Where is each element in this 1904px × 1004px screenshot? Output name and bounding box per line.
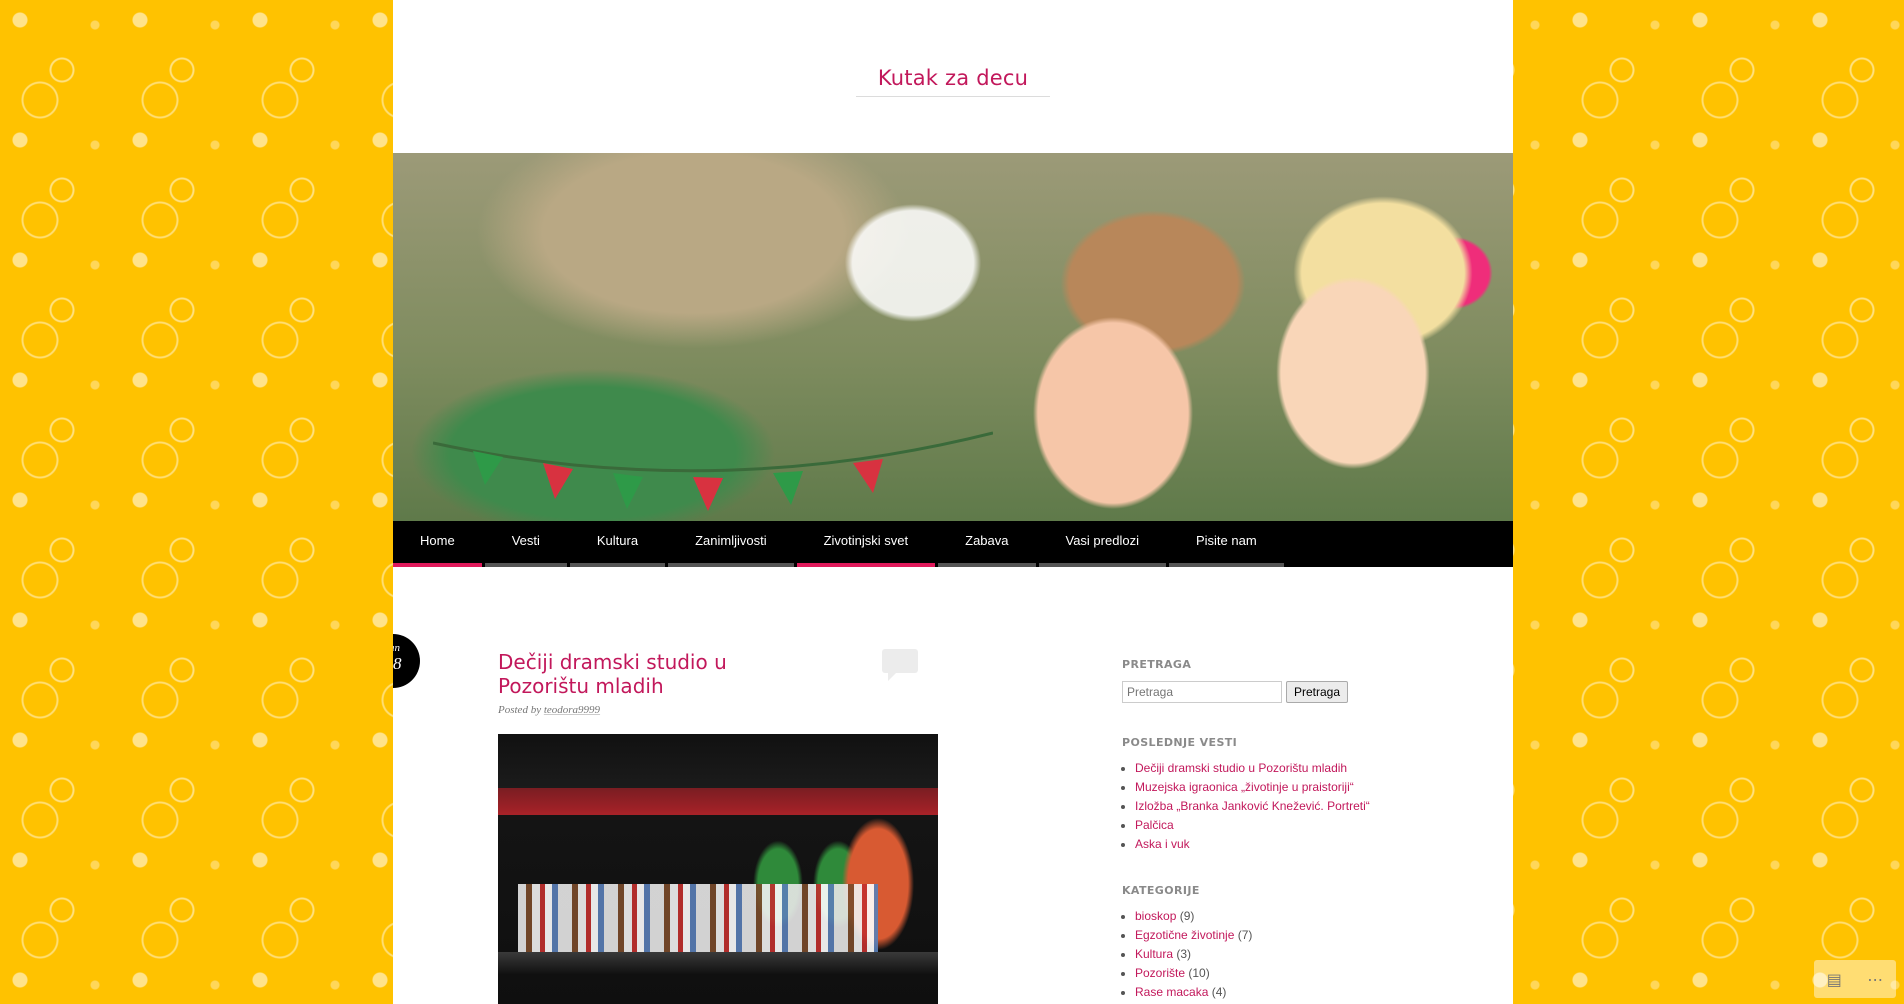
recent-posts-widget: POSLEDNJE VESTI Dečiji dramski studio u … [1122, 736, 1422, 854]
recent-posts-title: POSLEDNJE VESTI [1122, 736, 1238, 749]
list-item: Rase macaka (4) [1135, 983, 1422, 1002]
category-count: (9) [1179, 909, 1195, 923]
category-count: (3) [1176, 947, 1192, 961]
recent-post-link[interactable]: Dečiji dramski studio u Pozorištu mladih [1135, 761, 1347, 775]
list-item: Aska i vuk [1135, 835, 1422, 854]
category-count: (7) [1237, 928, 1253, 942]
post-date-month: jan [393, 642, 401, 654]
recent-post-link[interactable]: Izložba „Branka Janković Knežević. Portr… [1135, 799, 1370, 813]
categories-list: bioskop (9) Egzotične životinje (7) Kult… [1122, 907, 1422, 1002]
list-item: Dečiji dramski studio u Pozorištu mladih [1135, 759, 1422, 778]
post-date-day: 28 [393, 654, 402, 673]
search-button[interactable]: Pretraga [1286, 681, 1349, 703]
list-item: Egzotične životinje (7) [1135, 926, 1422, 945]
category-count: (4) [1211, 985, 1227, 999]
post-author-link[interactable]: teodora9999 [544, 704, 600, 716]
search-widget: PRETRAGA Pretraga [1122, 658, 1422, 703]
recent-posts-list: Dečiji dramski studio u Pozorištu mladih… [1122, 759, 1422, 854]
list-item: Kultura (3) [1135, 945, 1422, 964]
post-title[interactable]: Dečiji dramski studio u Pozorištu mladih [498, 650, 798, 698]
category-link[interactable]: Rase macaka [1135, 985, 1208, 999]
list-item: Muzejska igraonica „životinje u praistor… [1135, 778, 1422, 797]
post-featured-image[interactable] [498, 734, 938, 1004]
nav-item-kultura[interactable]: Kultura [569, 521, 666, 567]
posted-by-label: Posted by [498, 704, 542, 716]
categories-widget: KATEGORIJE bioskop (9) Egzotične životin… [1122, 884, 1422, 1002]
sidebar: PRETRAGA Pretraga POSLEDNJE VESTI Dečiji… [1122, 658, 1422, 1004]
reader-icon[interactable]: ▤ [1827, 970, 1842, 989]
recent-post-link[interactable]: Palčica [1135, 818, 1174, 832]
category-count: (10) [1188, 966, 1210, 980]
categories-title: KATEGORIJE [1122, 884, 1200, 897]
post-meta: Posted by teodora9999 [498, 704, 600, 716]
search-widget-title: PRETRAGA [1122, 658, 1192, 671]
follow-widget: ▤ ⋯ [1814, 960, 1896, 998]
recent-post-link[interactable]: Aska i vuk [1135, 837, 1190, 851]
stage-floor [498, 952, 938, 974]
nav-item-zanimljivosti[interactable]: Zanimljivosti [668, 521, 794, 567]
post-date-badge: jan 28 [393, 634, 420, 688]
children-on-stage [518, 884, 878, 954]
category-link[interactable]: bioskop [1135, 909, 1176, 923]
list-item: bioskop (9) [1135, 907, 1422, 926]
nav-item-vesti[interactable]: Vesti [484, 521, 567, 567]
bunting-decoration [433, 431, 993, 511]
site-header: Kutak za decu [393, 66, 1513, 97]
site-title-link[interactable]: Kutak za decu [855, 66, 1051, 97]
header-image [393, 153, 1513, 521]
nav-item-pisite-nam[interactable]: Pisite nam [1168, 521, 1284, 567]
nav-item-zivotinjski-svet[interactable]: Zivotinjski svet [796, 521, 936, 567]
recent-post-link[interactable]: Muzejska igraonica „životinje u praistor… [1135, 780, 1354, 794]
list-item: Izložba „Branka Janković Knežević. Portr… [1135, 797, 1422, 816]
category-link[interactable]: Pozorište [1135, 966, 1185, 980]
search-form: Pretraga [1122, 681, 1422, 703]
page-container: Kutak za decu Home Vesti Kultura Zanimlj… [393, 0, 1513, 1004]
list-item: Pozorište (10) [1135, 964, 1422, 983]
nav-item-home[interactable]: Home [393, 521, 482, 567]
list-item: Palčica [1135, 816, 1422, 835]
more-menu-icon[interactable]: ⋯ [1867, 970, 1883, 989]
nav-item-zabava[interactable]: Zabava [938, 521, 1036, 567]
search-input[interactable] [1122, 681, 1282, 703]
nav-item-vasi-predlozi[interactable]: Vasi predlozi [1038, 521, 1166, 567]
category-link[interactable]: Egzotične životinje [1135, 928, 1234, 942]
category-link[interactable]: Kultura [1135, 947, 1173, 961]
main-navigation: Home Vesti Kultura Zanimljivosti Zivotin… [393, 521, 1513, 567]
comment-icon[interactable] [882, 649, 918, 681]
